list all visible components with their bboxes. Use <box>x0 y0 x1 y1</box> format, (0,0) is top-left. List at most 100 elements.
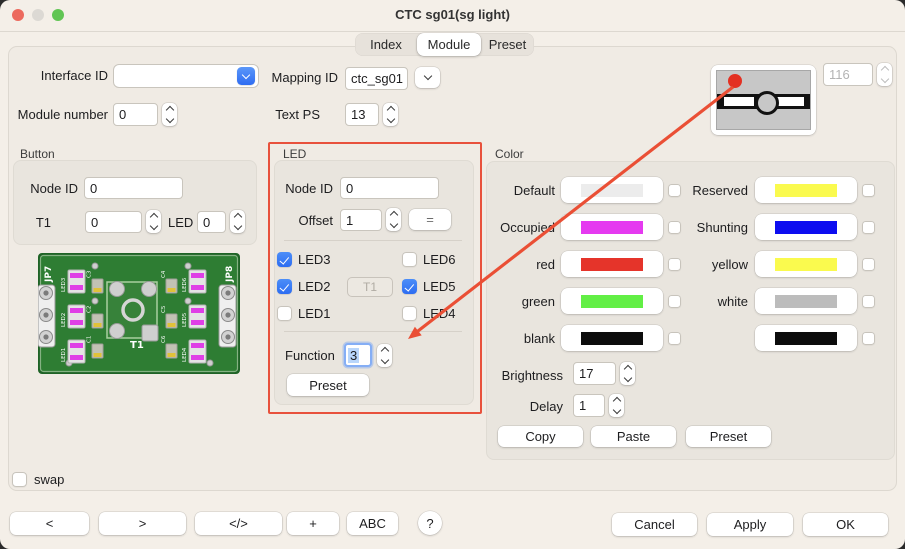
color-yellow-label: yellow <box>711 257 748 272</box>
led-offset-input[interactable] <box>340 209 382 231</box>
brightness-stepper[interactable] <box>620 362 635 385</box>
color-yellow-checkbox[interactable] <box>862 258 875 271</box>
checkbox-led6[interactable] <box>402 252 417 267</box>
pcb-c2-label: C2 <box>87 306 93 313</box>
led-preset-button[interactable]: Preset <box>287 374 369 396</box>
color-green-swatch[interactable] <box>561 288 663 314</box>
color-blank2-swatch[interactable] <box>755 325 857 351</box>
copy-button[interactable]: Copy <box>498 426 583 447</box>
nav-prev-button[interactable]: < <box>10 512 89 535</box>
pcb-c6-label: C6 <box>161 335 167 343</box>
color-red-label: red <box>536 257 555 272</box>
checkbox-led2-label: LED2 <box>298 279 331 294</box>
button-led-stepper[interactable] <box>230 210 245 233</box>
checkbox-led3[interactable] <box>277 252 292 267</box>
button-group-title: Button <box>20 147 55 161</box>
apply-button[interactable]: Apply <box>707 513 793 536</box>
button-led-input[interactable] <box>197 211 226 233</box>
pcb-jp7-label: JP7 <box>44 266 54 283</box>
color-group-title: Color <box>495 147 524 161</box>
help-button[interactable]: ? <box>418 511 442 535</box>
tab-module[interactable]: Module <box>417 33 481 56</box>
delay-stepper[interactable] <box>609 394 624 417</box>
button-node-id-input[interactable] <box>84 177 183 199</box>
module-number-input[interactable] <box>113 103 158 126</box>
color-default-checkbox[interactable] <box>668 184 681 197</box>
ok-button[interactable]: OK <box>803 513 888 536</box>
color-reserved-checkbox[interactable] <box>862 184 875 197</box>
text-ps-stepper[interactable] <box>383 103 398 126</box>
color-blank-label: blank <box>523 331 555 346</box>
signal-preview-image <box>711 65 816 135</box>
color-reserved-label: Reserved <box>692 183 748 198</box>
color-yellow-swatch[interactable] <box>755 251 857 277</box>
button-t1-input[interactable] <box>85 211 142 233</box>
led-node-id-label: Node ID <box>285 181 333 196</box>
color-reserved-bar <box>775 183 837 197</box>
tab-index[interactable]: Index <box>355 33 417 56</box>
checkbox-led1[interactable] <box>277 306 292 321</box>
color-white-checkbox[interactable] <box>862 295 875 308</box>
color-white-label: white <box>717 294 748 309</box>
checkbox-led4[interactable] <box>402 306 417 321</box>
text-ps-input[interactable] <box>345 103 379 126</box>
color-occupied-swatch[interactable] <box>561 214 663 240</box>
color-reserved-swatch[interactable] <box>755 177 857 203</box>
color-default-swatch[interactable] <box>561 177 663 203</box>
color-blank-swatch[interactable] <box>561 325 663 351</box>
mapping-id-label: Mapping ID <box>271 70 338 85</box>
tab-bar: Index Module Preset <box>355 33 534 56</box>
led-divider-top <box>284 240 462 241</box>
tab-preset[interactable]: Preset <box>481 33 534 56</box>
color-blank-checkbox[interactable] <box>668 332 681 345</box>
color-shunting-bar <box>775 220 837 234</box>
button-t1-stepper[interactable] <box>146 210 161 233</box>
brightness-label: Brightness <box>501 368 563 383</box>
add-button[interactable]: + <box>287 512 339 535</box>
color-red-checkbox[interactable] <box>668 258 681 271</box>
code-button[interactable]: </> <box>195 512 282 535</box>
pcb-led2-label: LED2 <box>61 313 67 327</box>
t1-button[interactable]: T1 <box>347 277 393 297</box>
led-node-id-input[interactable] <box>340 177 439 199</box>
color-shunting-swatch[interactable] <box>755 214 857 240</box>
color-red-swatch[interactable] <box>561 251 663 277</box>
led-offset-stepper[interactable] <box>386 208 401 231</box>
nav-next-button[interactable]: > <box>99 512 186 535</box>
button-led-label: LED <box>168 215 194 230</box>
checkbox-led3-label: LED3 <box>298 252 331 267</box>
checkbox-led1-label: LED1 <box>298 306 331 321</box>
color-green-checkbox[interactable] <box>668 295 681 308</box>
text-ps-label: Text PS <box>275 107 320 122</box>
signal-number-input <box>823 63 873 86</box>
delay-input[interactable] <box>573 394 605 417</box>
function-input[interactable]: 3 <box>344 343 372 367</box>
color-occupied-checkbox[interactable] <box>668 221 681 234</box>
module-number-stepper[interactable] <box>162 103 177 126</box>
brightness-input[interactable] <box>573 362 616 385</box>
checkbox-led2[interactable] <box>277 279 292 294</box>
signal-center-circle <box>755 91 779 115</box>
equals-button[interactable]: = <box>409 209 451 230</box>
pcb-image: JP7 JP8 LED3 LED2 LED1 C3 C2 C1 T1 C4 C5… <box>38 253 240 374</box>
signal-track-segment-left <box>724 97 754 106</box>
interface-id-combobox[interactable] <box>113 64 259 88</box>
button-t1-label: T1 <box>35 215 51 230</box>
color-white-swatch[interactable] <box>755 288 857 314</box>
color-preset-button[interactable]: Preset <box>686 426 771 447</box>
swap-checkbox[interactable] <box>12 472 27 487</box>
abc-button[interactable]: ABC <box>347 512 398 535</box>
interface-id-chevron-down-icon[interactable] <box>237 67 255 85</box>
mapping-id-dropdown-button[interactable] <box>415 67 440 88</box>
color-blank2-checkbox[interactable] <box>862 332 875 345</box>
cancel-button[interactable]: Cancel <box>612 513 697 536</box>
color-occupied-label: Occupied <box>500 220 555 235</box>
mapping-id-input[interactable] <box>345 67 408 90</box>
color-shunting-checkbox[interactable] <box>862 221 875 234</box>
checkbox-led5[interactable] <box>402 279 417 294</box>
checkbox-led4-label: LED4 <box>423 306 456 321</box>
paste-button[interactable]: Paste <box>591 426 676 447</box>
function-stepper[interactable] <box>377 344 392 367</box>
function-value: 3 <box>348 347 360 363</box>
pcb-c1-label: C1 <box>87 336 93 343</box>
